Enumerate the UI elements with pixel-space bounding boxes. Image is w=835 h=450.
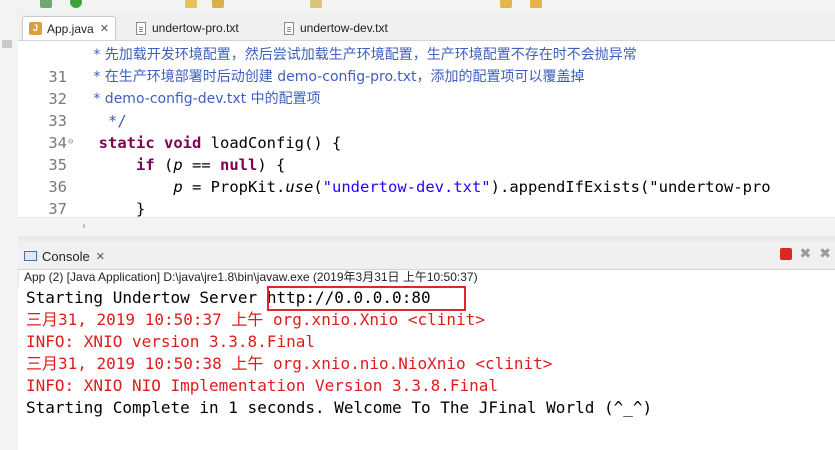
code-text: */: [80, 112, 127, 130]
console-line: INFO: XNIO NIO Implementation Version 3.…: [26, 376, 499, 395]
url-highlight-box: [267, 286, 466, 311]
text-file-icon: [284, 21, 294, 35]
code-text: static void loadConfig() {: [98, 134, 342, 152]
debug-icon[interactable]: [40, 0, 52, 8]
code-line: 36 if (p == null) {: [18, 154, 835, 196]
console-text: Starting Undertow Server: [26, 288, 267, 307]
tab-app-java[interactable]: J App.java ✕: [22, 16, 116, 40]
console-process-title: App (2) [Java Application] D:\java\jre1.…: [24, 270, 478, 284]
code-text: p = PropKit.use("undertow-dev.txt").appe…: [173, 178, 771, 196]
minimized-view-icon[interactable]: [2, 40, 12, 48]
code-text: if (p == null) {: [136, 156, 286, 174]
text-file-icon: [136, 21, 146, 35]
code-line: 35 ⊖ static void loadConfig() {: [18, 132, 835, 174]
main-toolbar: [0, 0, 835, 10]
code-line: 37 p = PropKit.use("undertow-dev.txt").a…: [18, 176, 835, 217]
remove-launch-icon[interactable]: ✖: [800, 247, 812, 261]
edit-icon[interactable]: [212, 0, 224, 8]
fold-collapse-icon[interactable]: ⊖: [68, 138, 73, 147]
code-line: 38 }: [18, 198, 835, 217]
run-icon[interactable]: [70, 0, 82, 8]
console-icon: [24, 251, 37, 261]
console-toolbar: ✖ ✖: [779, 247, 831, 261]
code-editor[interactable]: 31 * 先加载开发环境配置，然后尝试加载生产环境配置，生产环境配置不存在时不会…: [18, 41, 835, 217]
tab-console[interactable]: Console ✕: [24, 244, 105, 268]
code-line: 31 * 先加载开发环境配置，然后尝试加载生产环境配置，生产环境配置不存在时不会…: [18, 44, 835, 86]
tab-label: App.java: [47, 21, 94, 36]
editor-horizontal-scrollbar[interactable]: ‹: [18, 217, 835, 236]
close-icon[interactable]: ✕: [96, 250, 105, 263]
java-file-icon: J: [29, 22, 42, 35]
close-icon[interactable]: ✕: [100, 22, 109, 35]
code-text: * 在生产环境部署时后动创建 demo-config-pro.txt，添加的配置…: [80, 69, 585, 85]
tab-undertow-pro[interactable]: undertow-pro.txt: [130, 16, 245, 40]
tab-undertow-dev[interactable]: undertow-dev.txt: [278, 16, 394, 40]
code-line: 32 * 在生产环境部署时后动创建 demo-config-pro.txt，添加…: [18, 66, 835, 108]
code-line: 34 */: [18, 110, 835, 152]
console-line: Starting Complete in 1 seconds. Welcome …: [26, 398, 653, 417]
scroll-left-icon[interactable]: ‹: [82, 221, 86, 232]
tab-label: undertow-dev.txt: [300, 21, 388, 35]
back-icon[interactable]: [500, 0, 512, 8]
folder-icon[interactable]: [185, 0, 197, 8]
code-text: }: [80, 200, 146, 217]
console-header: Console ✕ ✖ ✖: [18, 241, 835, 270]
console-tab-label: Console: [42, 248, 90, 264]
left-trim-bar: [0, 10, 19, 450]
editor-tab-bar: J App.java ✕ undertow-pro.txt undertow-d…: [18, 10, 835, 41]
console-line: INFO: XNIO version 3.3.8.Final: [26, 332, 315, 351]
console-line: 三月31, 2019 10:50:38 上午 org.xnio.nio.NioX…: [26, 354, 553, 373]
console-line: 三月31, 2019 10:50:37 上午 org.xnio.Xnio <cl…: [26, 310, 485, 329]
console-output[interactable]: Starting Undertow Server http://0.0.0.0:…: [18, 287, 835, 450]
search-icon[interactable]: [310, 0, 322, 8]
code-line: 33 * demo-config-dev.txt 中的配置项: [18, 88, 835, 130]
code-text: * 先加载开发环境配置，然后尝试加载生产环境配置，生产环境配置不存在时不会抛异常: [80, 47, 637, 63]
terminate-icon[interactable]: [779, 248, 792, 260]
tab-label: undertow-pro.txt: [152, 21, 239, 35]
remove-all-terminated-icon[interactable]: ✖: [819, 247, 831, 261]
forward-icon[interactable]: [530, 0, 542, 8]
code-text: * demo-config-dev.txt 中的配置项: [80, 91, 321, 107]
